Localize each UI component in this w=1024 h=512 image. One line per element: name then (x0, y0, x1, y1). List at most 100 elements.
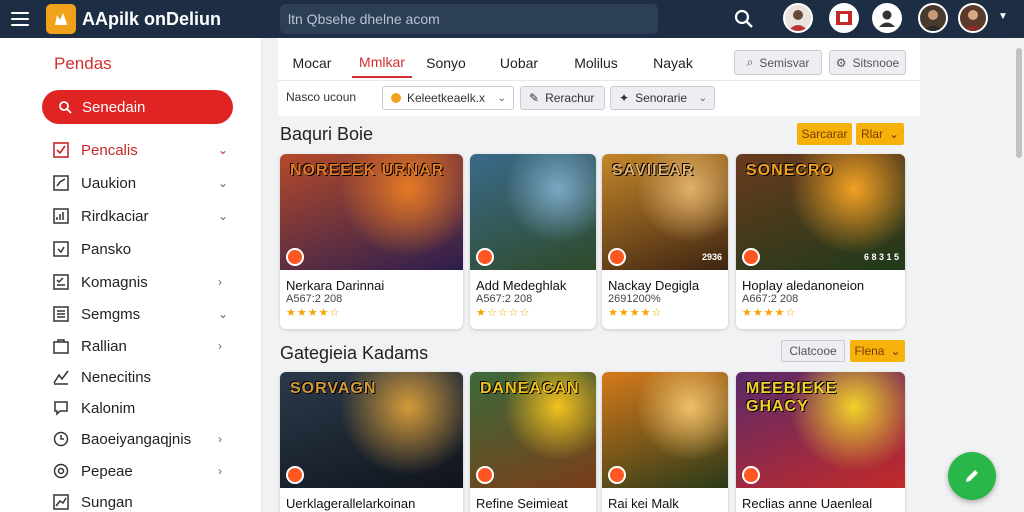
sort-select-value: Senorarie (635, 91, 688, 105)
filter-select[interactable]: Keleetkeaelk.x ⌄ (382, 86, 514, 110)
tab-mocar[interactable]: Mocar (288, 48, 336, 78)
chevron-right-icon: › (218, 339, 222, 353)
tab-sonyo[interactable]: Sonyo (422, 48, 470, 78)
game-card[interactable]: Saviiear 2936 Nackay Degigla 2691200% ★★★★☆ (602, 154, 728, 329)
tab-uobar[interactable]: Uobar (494, 48, 544, 78)
edit-fab-button[interactable] (948, 452, 996, 500)
sidebar-title: Pendas (54, 54, 112, 73)
app-title: AApilk onDeliun (82, 8, 221, 29)
chevron-down-icon: ⌄ (218, 307, 229, 321)
sidebar-item-label: Rallian (81, 337, 127, 355)
game-title: Nackay Degigla (608, 278, 700, 293)
game-card[interactable]: Daneacan Refine Seimieat (470, 372, 596, 512)
section-primary-label: Flena (854, 344, 885, 358)
section-primary-button[interactable]: Sarcarar (797, 123, 852, 145)
checklist-icon (52, 273, 70, 291)
badge-icon (286, 466, 304, 484)
sidebar-item-pansko[interactable]: Pansko (0, 235, 262, 263)
tab-molilus[interactable]: Molilus (568, 48, 624, 78)
avatar[interactable] (829, 3, 859, 33)
sidebar-item-komagnis[interactable]: Komagnis › (0, 268, 262, 296)
game-card[interactable]: Meebieke Ghacy Reclias anne Uaenleal (736, 372, 905, 512)
avatar[interactable] (918, 3, 948, 33)
sidebar-item-baoeiyangaqjnis[interactable]: Baoeiyangaqjnis › (0, 425, 262, 453)
filter-button[interactable]: ✎ Rerachur (520, 86, 605, 110)
chevron-down-icon: ⌄ (890, 344, 901, 358)
game-title: Add Medeghlak (476, 278, 567, 293)
game-subtitle: A567:2 208 (286, 293, 343, 305)
game-subtitle: A567:2 208 (476, 293, 533, 305)
sidebar-search-label: Senedain (82, 98, 146, 116)
avatar[interactable] (872, 3, 902, 33)
game-card[interactable]: Sorvagn Uerklagerallelarkoinan (280, 372, 463, 512)
star-rating: ★★★★☆ (286, 307, 341, 319)
tab-mmlkar[interactable]: Mmlkar (352, 48, 412, 78)
section-dropdown-label: Rlar (860, 127, 883, 141)
toolbar-settings-button[interactable]: ⚙ Sitsnooe (829, 50, 906, 75)
sidebar-item-rallian[interactable]: Rallian › (0, 332, 262, 360)
game-title: Uerklagerallelarkoinan (286, 496, 416, 511)
menu-icon[interactable] (0, 0, 40, 38)
toolbar-search-button[interactable]: ⌕ Semisvar (734, 50, 822, 75)
star-rating: ★★★★☆ (742, 307, 797, 319)
chevron-down-icon: ⌄ (218, 176, 229, 190)
coin-icon (391, 93, 401, 103)
thumbnail-title: Sonecro (746, 162, 834, 179)
sidebar-item-label: Nenecitins (81, 368, 152, 386)
sidebar-item-sungan[interactable]: Sungan (0, 488, 262, 512)
sidebar-item-label: Pansko (81, 240, 132, 258)
section-secondary-button[interactable]: Clatcooe (781, 340, 845, 362)
sidebar-search-button[interactable]: Senedain (42, 90, 233, 124)
sparkle-icon: ✦ (619, 91, 630, 105)
game-subtitle: A667:2 208 (742, 293, 799, 305)
sidebar-item-nenecitins[interactable]: Nenecitins (0, 363, 262, 391)
chevron-down-icon: ⌄ (698, 92, 707, 104)
chevron-down-icon[interactable]: ▼ (998, 11, 1008, 22)
avatar[interactable] (783, 3, 813, 33)
filter-button-label: Rerachur (545, 91, 595, 105)
section-dropdown-button[interactable]: Rlar ⌄ (856, 123, 904, 145)
thumbnail-title: Meebieke Ghacy (746, 380, 838, 415)
bag-icon (52, 337, 70, 355)
search-icon[interactable] (732, 7, 756, 31)
sidebar-item-label: Komagnis (81, 273, 148, 291)
tab-nayak[interactable]: Nayak (648, 48, 698, 78)
game-card[interactable]: Noreeek Urnar Nerkara Darinnai A567:2 208 ★… (280, 154, 463, 329)
thumbnail-title: Noreeek Urnar (290, 162, 445, 179)
sidebar: Pendas Senedain Pencalis ⌄ Uaukion ⌄ Rir… (0, 38, 262, 512)
badge-icon (608, 466, 626, 484)
thumbnail-title: Saviiear (612, 162, 695, 179)
sidebar-item-rirdkaciar[interactable]: Rirdkaciar ⌄ (0, 202, 262, 230)
sidebar-item-pencalis[interactable]: Pencalis ⌄ (0, 136, 262, 164)
game-title: Nerkara Darinnai (286, 278, 385, 293)
sidebar-item-semgms[interactable]: Semgms ⌄ (0, 300, 262, 328)
sidebar-item-pepeae[interactable]: Pepeae › (0, 457, 262, 485)
game-card[interactable]: Sonecro 6 8 3 1 5 Hoplay aledanoneion A667:… (736, 154, 905, 329)
avatar[interactable] (958, 3, 988, 33)
star-rating: ★★★★☆ (608, 307, 663, 319)
sidebar-item-label: Kalonim (81, 399, 136, 417)
list-icon (52, 305, 70, 323)
sidebar-item-kalonim[interactable]: Kalonim (0, 394, 262, 422)
chart-icon (52, 174, 70, 192)
section-primary-button[interactable]: Flena ⌄ (850, 340, 905, 362)
clock-icon (52, 430, 70, 448)
game-card[interactable]: Add Medeghlak A567:2 208 ★☆☆☆☆ (470, 154, 596, 329)
pencil-icon: ✎ (529, 91, 540, 105)
chat-icon (52, 399, 70, 417)
chevron-down-icon: ⌄ (218, 143, 229, 157)
scrollbar[interactable] (1014, 38, 1024, 512)
tab-divider (278, 80, 920, 81)
game-card[interactable]: Rai kei Malk (602, 372, 728, 512)
scroll-thumb[interactable] (1016, 48, 1022, 158)
badge-icon (742, 248, 760, 266)
chevron-right-icon: › (218, 432, 222, 446)
top-bar: AApilk onDeliun ltn Qbsehe dhelne acom ▼ (0, 0, 1024, 38)
player-count: 2936 (701, 252, 722, 262)
sidebar-item-label: Semgms (81, 305, 141, 323)
toolbar-settings-label: Sitsnooe (852, 55, 900, 70)
search-input[interactable]: ltn Qbsehe dhelne acom (280, 4, 658, 34)
badge-icon (476, 466, 494, 484)
sort-select[interactable]: ✦ Senorarie ⌄ (610, 86, 715, 110)
sidebar-item-uaukion[interactable]: Uaukion ⌄ (0, 169, 262, 197)
